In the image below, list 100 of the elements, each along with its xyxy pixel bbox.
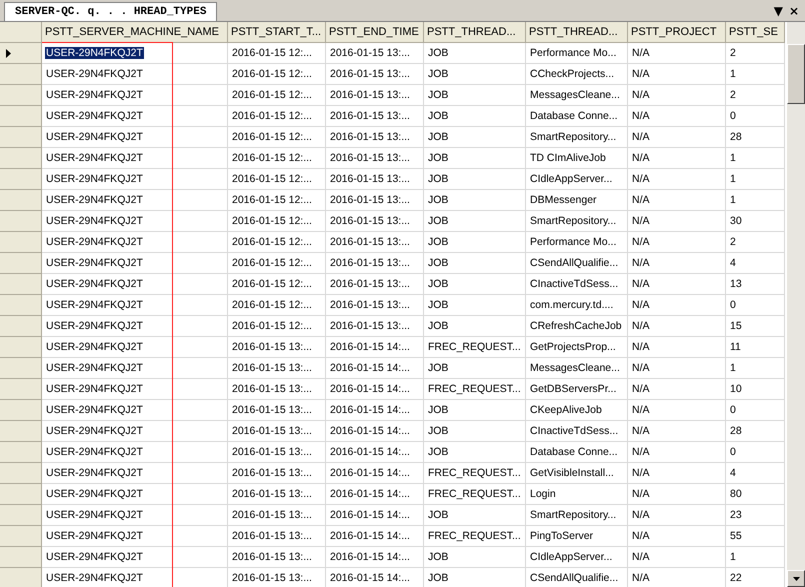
column-header[interactable]: PSTT_START_T...: [228, 22, 326, 43]
table-cell: USER-29N4FKQJ2T: [42, 211, 228, 232]
table-cell: JOB: [424, 568, 526, 587]
table-cell: USER-29N4FKQJ2T: [42, 442, 228, 463]
table-cell: USER-29N4FKQJ2T: [42, 421, 228, 442]
vertical-scrollbar[interactable]: [787, 22, 805, 587]
column-header[interactable]: PSTT_PROJECT: [628, 22, 726, 43]
table-cell: USER-29N4FKQJ2T: [42, 379, 228, 400]
table-cell: 2016-01-15 12:...: [228, 64, 326, 85]
table-cell: 28: [726, 421, 785, 442]
table-cell: Database Conne...: [526, 106, 628, 127]
table-cell: USER-29N4FKQJ2T: [42, 190, 228, 211]
column-header[interactable]: PSTT_SE: [726, 22, 785, 43]
table-cell: USER-29N4FKQJ2T: [42, 148, 228, 169]
table-cell: N/A: [628, 505, 726, 526]
document-tab[interactable]: SERVER-QC. q. . . HREAD_TYPES: [4, 2, 218, 21]
table-cell: N/A: [628, 484, 726, 505]
table-cell: 22: [726, 568, 785, 587]
table-cell: USER-29N4FKQJ2T: [42, 484, 228, 505]
table-cell: 2016-01-15 13:...: [326, 211, 424, 232]
dropdown-glyph[interactable]: ▼: [774, 4, 783, 18]
table-cell: 2016-01-15 13:...: [228, 463, 326, 484]
table-cell: USER-29N4FKQJ2T: [42, 127, 228, 148]
table-cell: 0: [726, 400, 785, 421]
table-cell: 2016-01-15 12:...: [228, 190, 326, 211]
column-header[interactable]: PSTT_THREAD...: [424, 22, 526, 43]
table-cell: 2016-01-15 13:...: [326, 253, 424, 274]
column-header[interactable]: PSTT_THREAD...: [526, 22, 628, 43]
table-cell: N/A: [628, 43, 726, 64]
table-cell: 2016-01-15 14:...: [326, 463, 424, 484]
table-cell: N/A: [628, 106, 726, 127]
table-cell: N/A: [628, 295, 726, 316]
table-cell: USER-29N4FKQJ2T: [42, 106, 228, 127]
table-cell: CKeepAliveJob: [526, 400, 628, 421]
table-cell: USER-29N4FKQJ2T: [42, 43, 228, 64]
table-cell: N/A: [628, 232, 726, 253]
table-cell: N/A: [628, 442, 726, 463]
table-cell: JOB: [424, 421, 526, 442]
table-cell: N/A: [628, 64, 726, 85]
table-cell: 2016-01-15 13:...: [326, 316, 424, 337]
table-cell: N/A: [628, 379, 726, 400]
table-cell: 2016-01-15 12:...: [228, 232, 326, 253]
table-cell: 2016-01-15 13:...: [228, 442, 326, 463]
table-cell: JOB: [424, 232, 526, 253]
table-cell: 2016-01-15 13:...: [326, 85, 424, 106]
table-cell: 2016-01-15 12:...: [228, 316, 326, 337]
table-cell: N/A: [628, 211, 726, 232]
corner-header: [0, 22, 42, 43]
table-cell: JOB: [424, 274, 526, 295]
table-cell: CSendAllQualifie...: [526, 253, 628, 274]
table-cell: 2016-01-15 12:...: [228, 253, 326, 274]
table-cell: 2016-01-15 13:...: [326, 169, 424, 190]
table-cell: 2016-01-15 13:...: [228, 526, 326, 547]
table-cell: 2016-01-15 12:...: [228, 148, 326, 169]
table-cell: MessagesCleane...: [526, 358, 628, 379]
table-cell: 2016-01-15 14:...: [326, 400, 424, 421]
table-cell: 2016-01-15 12:...: [228, 274, 326, 295]
table-cell: N/A: [628, 316, 726, 337]
table-cell: 2016-01-15 14:...: [326, 337, 424, 358]
table-cell: 2016-01-15 13:...: [326, 295, 424, 316]
table-cell: N/A: [628, 148, 726, 169]
table-cell: 2016-01-15 12:...: [228, 127, 326, 148]
table-cell: SmartRepository...: [526, 211, 628, 232]
close-glyph[interactable]: ×: [788, 4, 799, 18]
down-arrow-icon: [792, 576, 800, 580]
table-cell: USER-29N4FKQJ2T: [42, 169, 228, 190]
table-cell: JOB: [424, 358, 526, 379]
table-cell: 2016-01-15 13:...: [326, 43, 424, 64]
table-cell: 1: [726, 358, 785, 379]
table-cell: 2016-01-15 13:...: [228, 484, 326, 505]
table-cell: JOB: [424, 316, 526, 337]
table-cell: 15: [726, 316, 785, 337]
table-cell: FREC_REQUEST...: [424, 484, 526, 505]
table-cell: FREC_REQUEST...: [424, 526, 526, 547]
table-cell: 2016-01-15 13:...: [228, 337, 326, 358]
table-cell: GetDBServersPr...: [526, 379, 628, 400]
table-cell: USER-29N4FKQJ2T: [42, 274, 228, 295]
table-cell: USER-29N4FKQJ2T: [42, 253, 228, 274]
table-cell: USER-29N4FKQJ2T: [42, 295, 228, 316]
table-cell: FREC_REQUEST...: [424, 379, 526, 400]
scrollbar-thumb[interactable]: [787, 44, 805, 104]
row-header[interactable]: [0, 43, 42, 64]
table-cell: CIdleAppServer...: [526, 169, 628, 190]
table-cell: 28: [726, 127, 785, 148]
table-cell: 2016-01-15 14:...: [326, 421, 424, 442]
table-cell: CCheckProjects...: [526, 64, 628, 85]
table-cell: DBMessenger: [526, 190, 628, 211]
table-cell: CIdleAppServer...: [526, 547, 628, 568]
table-cell: USER-29N4FKQJ2T: [42, 463, 228, 484]
table-cell: JOB: [424, 253, 526, 274]
table-cell: JOB: [424, 85, 526, 106]
table-cell: JOB: [424, 148, 526, 169]
column-header[interactable]: PSTT_END_TIME: [326, 22, 424, 43]
column-header[interactable]: PSTT_SERVER_MACHINE_NAME: [42, 22, 228, 43]
table-cell: N/A: [628, 274, 726, 295]
table-cell: N/A: [628, 85, 726, 106]
table-cell: 2016-01-15 13:...: [326, 190, 424, 211]
table-cell: USER-29N4FKQJ2T: [42, 358, 228, 379]
table-cell: 2016-01-15 12:...: [228, 43, 326, 64]
table-cell: JOB: [424, 169, 526, 190]
